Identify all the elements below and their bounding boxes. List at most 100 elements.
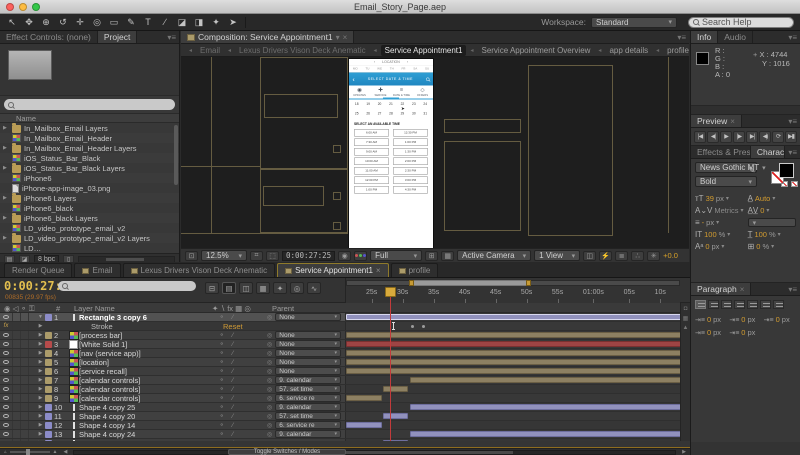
panel-menu-icon[interactable]: ▾≡ <box>785 283 800 295</box>
work-area-end-handle[interactable] <box>526 280 531 286</box>
twirl-icon[interactable]: ▶ <box>36 413 45 419</box>
timeline-hscrollbar[interactable] <box>73 450 676 455</box>
graph-editor-icon[interactable]: ∿ <box>307 282 321 294</box>
parent-select[interactable]: 9. calendar <box>275 403 341 411</box>
first-frame-button[interactable]: |◀ <box>694 131 706 143</box>
tsume-field[interactable]: ⊞0%▾ <box>748 242 796 251</box>
eye-icon[interactable] <box>3 405 9 409</box>
eyedropper-icon[interactable]: ✎ <box>748 165 756 176</box>
layer-duration-bar[interactable] <box>410 431 690 437</box>
paragraph-indent-field[interactable]: ⇥≡ 0px <box>729 328 761 337</box>
parent-select[interactable]: None <box>275 358 341 366</box>
brainstorm-icon[interactable]: ◎ <box>290 282 304 294</box>
ram-preview-button[interactable]: ▶▮ <box>785 131 797 143</box>
twirl-icon[interactable]: ▶ <box>3 145 9 151</box>
panel-menu-icon[interactable]: ▾≡ <box>674 31 689 43</box>
twirl-icon[interactable]: ▶ <box>36 386 45 392</box>
twirl-icon[interactable]: ▶ <box>36 404 45 410</box>
eye-icon[interactable] <box>3 423 9 427</box>
next-frame-button[interactable]: |▶ <box>733 131 745 143</box>
exposure-value[interactable]: +0.0 <box>663 251 678 260</box>
layer-name[interactable]: [calendar controls] <box>79 385 215 394</box>
align-left-button[interactable] <box>695 300 706 309</box>
parent-select[interactable]: 9. calendar <box>275 376 341 384</box>
stroke-width-field[interactable]: ≡-px▾ <box>695 218 744 227</box>
eye-icon[interactable] <box>3 414 9 418</box>
twirl-icon[interactable]: ▶ <box>3 215 9 221</box>
eye-icon[interactable] <box>3 351 9 355</box>
scroll-up-icon[interactable]: ▲ <box>683 325 689 331</box>
parent-pickwhip-icon[interactable]: ◎ <box>267 422 272 429</box>
last-frame-button[interactable]: ▶| <box>746 131 758 143</box>
parent-select[interactable]: None <box>275 331 341 339</box>
layer-duration-bar[interactable] <box>346 350 690 356</box>
tab-paragraph[interactable]: Paragraph× <box>691 283 751 295</box>
keyframe-icon[interactable] <box>422 325 425 328</box>
toggle-switches-modes-button[interactable]: Toggle Switches / Modes <box>228 449 346 455</box>
parent-pickwhip-icon[interactable]: ◎ <box>267 413 272 420</box>
magnification-select[interactable]: 12.5% <box>201 250 247 261</box>
reset-link[interactable]: Reset <box>223 322 243 331</box>
panel-tab[interactable]: Audio <box>718 31 753 43</box>
label-color-chip[interactable] <box>45 368 52 375</box>
camera-select[interactable]: Active Camera <box>457 250 531 261</box>
twirl-icon[interactable]: ▼ <box>36 314 45 320</box>
workspace-select[interactable]: Standard <box>591 17 677 28</box>
layer-duration-bar[interactable] <box>346 332 690 338</box>
layer-track[interactable] <box>345 331 690 339</box>
composition-viewer[interactable]: ‹LOCATION› MOTUWETHFRSASU ‹ SELECT DATE … <box>181 57 689 248</box>
pen-tool[interactable]: ✎ <box>123 16 139 29</box>
twirl-icon[interactable]: ▶ <box>3 125 9 131</box>
label-color-chip[interactable] <box>45 404 52 411</box>
twirl-icon[interactable]: ▶ <box>36 341 45 347</box>
rectangle-tool[interactable]: ▭ <box>106 16 122 29</box>
parent-pickwhip-icon[interactable]: ◎ <box>267 359 272 366</box>
layer-duration-bar[interactable] <box>346 359 690 365</box>
motion-blur-icon[interactable]: ✦ <box>273 282 287 294</box>
eye-icon[interactable] <box>3 315 9 319</box>
project-item[interactable]: ▶ iPhone6_black Layers <box>0 213 179 223</box>
snapshot-icon[interactable]: ◉ <box>338 251 351 261</box>
dropdown-arrow-icon[interactable]: ▾ <box>336 33 340 42</box>
twirl-icon[interactable]: ▶ <box>3 235 9 241</box>
frame-blend-icon[interactable]: ▦ <box>256 282 270 294</box>
layer-duration-bar[interactable] <box>346 314 690 320</box>
close-icon[interactable]: × <box>376 266 381 275</box>
clone-stamp-tool[interactable]: ◪ <box>174 16 190 29</box>
breadcrumb-item[interactable]: Service Appointment Overview <box>477 45 594 56</box>
shield-icon[interactable]: ◘ <box>684 306 688 312</box>
parent-pickwhip-icon[interactable]: ◎ <box>267 332 272 339</box>
layer-track[interactable] <box>345 340 690 348</box>
exposure-icon[interactable]: ✳ <box>647 251 660 261</box>
project-item[interactable]: ▶ LD_video_prototype_email_v2 Layers <box>0 233 179 243</box>
layer-name[interactable]: [calendar controls] <box>79 376 215 385</box>
selection-tool[interactable]: ↖ <box>4 16 20 29</box>
label-color-chip[interactable] <box>45 359 52 366</box>
pan-behind-tool[interactable]: ✛ <box>72 16 88 29</box>
layer-name[interactable]: [nav (service app)] <box>79 349 215 358</box>
layer-track[interactable] <box>345 358 690 366</box>
breadcrumb-item[interactable]: Service Appointment1 <box>381 45 467 56</box>
eye-icon[interactable] <box>3 432 9 436</box>
parent-select[interactable]: 9. calendar <box>275 430 341 438</box>
roto-brush-tool[interactable]: ✦ <box>208 16 224 29</box>
parent-select[interactable]: None <box>275 367 341 375</box>
panel-tab[interactable]: Preview× <box>691 115 742 127</box>
layer-name[interactable]: [calendar controls] <box>79 394 215 403</box>
twirl-icon[interactable]: ▶ <box>36 440 45 441</box>
layer-duration-bar[interactable] <box>346 395 382 401</box>
project-item[interactable]: iPhone6 <box>0 173 179 183</box>
type-tool[interactable]: T <box>140 16 156 29</box>
composition-tab[interactable]: Composition: Service Appointment1 ▾ × <box>181 31 354 43</box>
fast-preview-icon[interactable]: ⚡ <box>599 251 612 261</box>
project-name-column-header[interactable]: Name <box>0 113 179 123</box>
parent-select[interactable]: 57. set time <box>275 412 341 420</box>
timeline-search-input[interactable] <box>58 281 196 291</box>
layer-track[interactable] <box>345 376 690 384</box>
justify-last-center-button[interactable] <box>747 300 758 309</box>
eye-icon[interactable] <box>3 396 9 400</box>
parent-pickwhip-icon[interactable]: ◎ <box>267 431 272 438</box>
viewer-timecode[interactable]: 0:00:27:25 <box>282 251 335 261</box>
timeline-layer-row[interactable]: fx ▶ 14 ◎ <box>0 439 690 441</box>
audio-button[interactable]: ◀) <box>759 131 771 143</box>
